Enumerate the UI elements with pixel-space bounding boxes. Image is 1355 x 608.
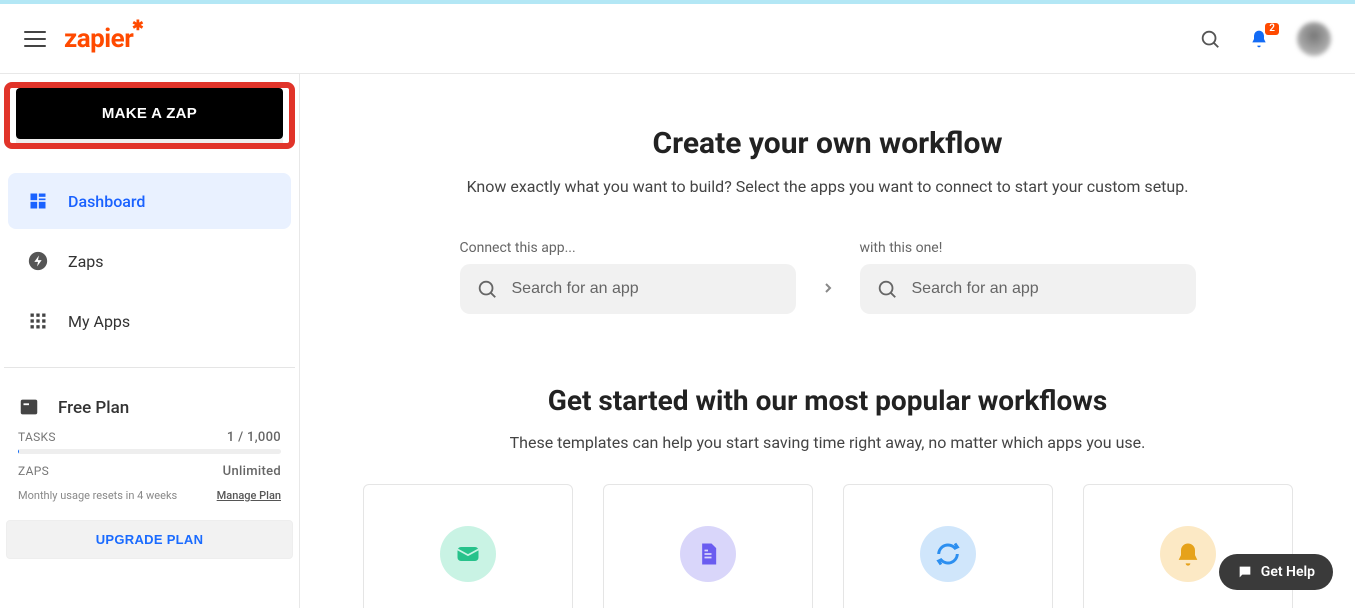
make-zap-button[interactable]: MAKE A ZAP bbox=[16, 88, 283, 139]
popular-subtitle: These templates can help you start savin… bbox=[340, 433, 1315, 452]
workflow-card-sync[interactable] bbox=[843, 484, 1053, 608]
apps-grid-icon bbox=[26, 309, 50, 333]
bell-icon bbox=[1160, 526, 1216, 582]
connect-label-2: with this one! bbox=[860, 240, 1196, 256]
zap-icon bbox=[26, 249, 50, 273]
sidebar-item-label: Zaps bbox=[68, 252, 104, 271]
notifications-button[interactable]: 2 bbox=[1249, 29, 1269, 49]
connect-app-search-2[interactable] bbox=[860, 264, 1196, 314]
plan-name: Free Plan bbox=[58, 398, 129, 418]
sidebar-item-dashboard[interactable]: Dashboard bbox=[8, 173, 291, 229]
menu-icon[interactable] bbox=[24, 31, 46, 47]
workflow-cards bbox=[340, 484, 1315, 608]
workflow-card-email[interactable] bbox=[363, 484, 573, 608]
zaps-label: ZAPS bbox=[18, 464, 49, 479]
upgrade-label: UPGRADE PLAN bbox=[96, 532, 204, 547]
avatar[interactable] bbox=[1297, 22, 1331, 56]
logo-asterisk-icon: ✱ bbox=[132, 18, 143, 34]
search-input-2[interactable] bbox=[912, 280, 1180, 298]
upgrade-plan-button[interactable]: UPGRADE PLAN bbox=[6, 520, 293, 559]
sidebar-item-label: Dashboard bbox=[68, 192, 145, 211]
make-zap-highlight: MAKE A ZAP bbox=[4, 82, 295, 149]
mail-icon bbox=[440, 526, 496, 582]
sidebar: MAKE A ZAP Dashboard Zaps My bbox=[0, 74, 300, 608]
search-icon bbox=[476, 278, 498, 300]
tasks-label: TASKS bbox=[18, 430, 56, 445]
plan-icon bbox=[18, 396, 42, 420]
manage-plan-link[interactable]: Manage Plan bbox=[217, 489, 281, 502]
document-icon bbox=[680, 526, 736, 582]
plan-block: Free Plan TASKS 1 / 1,000 ZAPS Unlimited… bbox=[4, 378, 295, 520]
chevron-right-icon bbox=[820, 258, 836, 296]
search-icon[interactable] bbox=[1199, 28, 1221, 50]
search-input-1[interactable] bbox=[512, 280, 780, 298]
logo-text: zapier bbox=[64, 24, 133, 54]
hero-subtitle: Know exactly what you want to build? Sel… bbox=[340, 177, 1315, 196]
main-content: Create your own workflow Know exactly wh… bbox=[300, 74, 1355, 608]
chat-icon bbox=[1237, 564, 1253, 580]
connect-app-search-1[interactable] bbox=[460, 264, 796, 314]
dashboard-icon bbox=[26, 189, 50, 213]
make-zap-label: MAKE A ZAP bbox=[102, 105, 197, 122]
usage-reset-text: Monthly usage resets in 4 weeks bbox=[18, 489, 177, 502]
search-icon bbox=[876, 278, 898, 300]
popular-title: Get started with our most popular workfl… bbox=[340, 384, 1315, 417]
logo[interactable]: zapier ✱ bbox=[64, 24, 133, 54]
hero-title: Create your own workflow bbox=[340, 126, 1315, 161]
workflow-card-doc[interactable] bbox=[603, 484, 813, 608]
header: zapier ✱ 2 bbox=[0, 4, 1355, 74]
sidebar-item-myapps[interactable]: My Apps bbox=[8, 293, 291, 349]
sidebar-item-label: My Apps bbox=[68, 312, 130, 331]
notification-badge: 2 bbox=[1265, 23, 1279, 35]
zaps-value: Unlimited bbox=[223, 464, 281, 479]
get-help-button[interactable]: Get Help bbox=[1219, 554, 1333, 590]
tasks-progress bbox=[18, 449, 281, 454]
tasks-value: 1 / 1,000 bbox=[227, 430, 281, 445]
connect-apps-row: Connect this app... with this one! bbox=[340, 240, 1315, 314]
connect-label-1: Connect this app... bbox=[460, 240, 796, 256]
divider bbox=[4, 367, 295, 368]
sync-icon bbox=[920, 526, 976, 582]
sidebar-item-zaps[interactable]: Zaps bbox=[8, 233, 291, 289]
get-help-label: Get Help bbox=[1261, 564, 1315, 580]
